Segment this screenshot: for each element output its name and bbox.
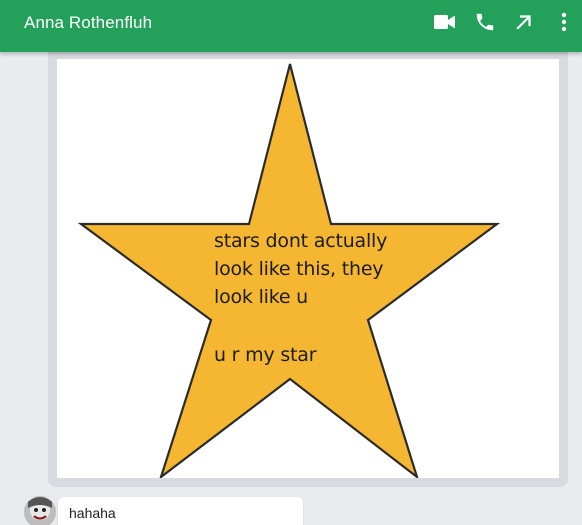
open-external-icon[interactable] [512,10,536,34]
chat-screen: Anna Rothenfluh stars dont actually look… [0,0,582,525]
reply-message: hahaha [0,490,582,525]
image-message[interactable]: stars dont actually look like this, they… [48,50,568,487]
message-text: hahaha [69,505,116,521]
caption-line-3: look like u [214,286,309,308]
app-header: Anna Rothenfluh [0,0,582,52]
video-call-icon[interactable] [433,10,457,34]
phone-call-icon[interactable] [473,10,497,34]
more-vert-icon[interactable] [552,10,576,34]
contact-name[interactable]: Anna Rothenfluh [24,13,152,33]
image-frame[interactable]: stars dont actually look like this, they… [57,59,559,478]
message-bubble[interactable]: hahaha [58,497,303,525]
caption-line-1: stars dont actually [214,230,388,252]
meme-caption: stars dont actually look like this, they… [214,227,387,369]
caption-line-2: look like this, they [214,258,384,280]
contact-avatar[interactable] [24,496,56,525]
caption-line-4: u r my star [214,344,317,366]
caption-gap [214,311,387,341]
